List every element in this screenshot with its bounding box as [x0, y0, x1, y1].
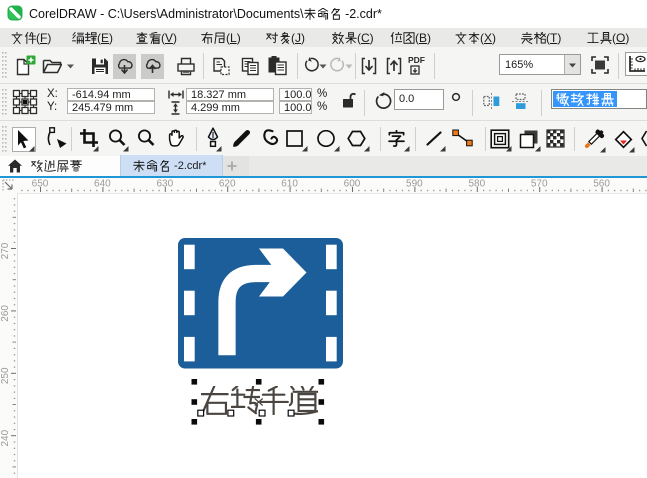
svg-text:600: 600 [344, 179, 361, 190]
svg-text:270: 270 [0, 242, 11, 259]
svg-text:630: 630 [156, 179, 173, 190]
svg-text:650: 650 [32, 179, 49, 190]
svg-text:PDF: PDF [408, 55, 425, 65]
svg-text:590: 590 [406, 179, 423, 190]
svg-text:620: 620 [219, 179, 236, 190]
svg-text:240: 240 [0, 429, 11, 446]
svg-text:250: 250 [0, 367, 11, 384]
svg-text:610: 610 [281, 179, 298, 190]
svg-text:560: 560 [593, 179, 610, 190]
svg-text:260: 260 [0, 305, 11, 322]
svg-text:640: 640 [94, 179, 111, 190]
svg-text:580: 580 [468, 179, 485, 190]
svg-text:570: 570 [531, 179, 548, 190]
